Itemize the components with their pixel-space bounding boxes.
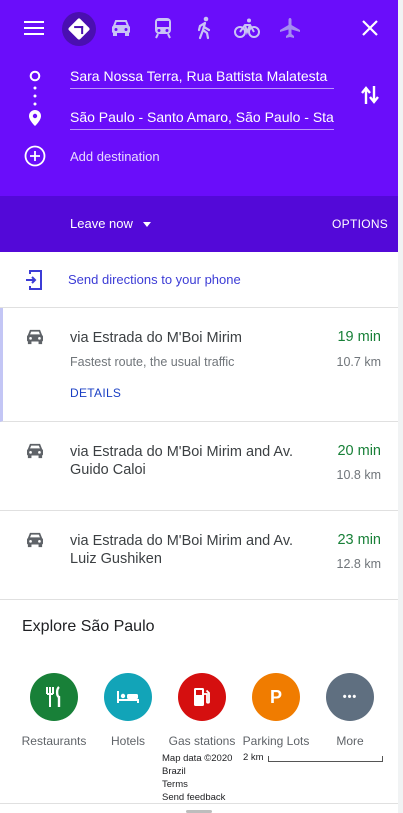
- category-hotels[interactable]: Hotels: [86, 673, 170, 748]
- restaurant-icon: [30, 673, 78, 721]
- origin-input[interactable]: Sara Nossa Terra, Rua Battista Malatesta: [70, 67, 334, 89]
- route-title: via Estrada do M'Boi Mirim and Av. Guido…: [70, 444, 294, 478]
- panel-edge: [398, 0, 403, 813]
- divider: [0, 803, 398, 804]
- more-icon: •••: [326, 673, 374, 721]
- category-label: Hotels: [110, 734, 145, 748]
- scale-bar: [268, 756, 383, 762]
- transit-icon[interactable]: [152, 16, 174, 40]
- category-label: Restaurants: [21, 734, 87, 748]
- map-info: Map data ©2020 Brazil Terms Send feedbac…: [162, 752, 232, 804]
- route-dots-icon: [32, 85, 38, 107]
- route-time: 20 min: [337, 443, 381, 459]
- car-icon: [24, 531, 46, 549]
- route-option-3[interactable]: via Estrada do M'Boi Mirim and Av. Luiz …: [0, 511, 398, 600]
- map-country: Brazil: [162, 766, 186, 777]
- directions-diamond-icon: [67, 17, 91, 41]
- send-to-phone-icon: [24, 269, 44, 291]
- category-label: Parking Lots: [242, 734, 310, 748]
- map-data-attribution: Map data ©2020: [162, 753, 233, 764]
- route-time: 19 min: [337, 329, 381, 345]
- options-button[interactable]: OPTIONS: [332, 217, 388, 231]
- category-more[interactable]: ••• More: [308, 673, 392, 748]
- category-restaurants[interactable]: Restaurants: [12, 673, 96, 748]
- destination-input[interactable]: São Paulo - Santo Amaro, São Paulo - Sta…: [70, 108, 334, 130]
- origin-circle-icon: [28, 69, 42, 83]
- route-option-1[interactable]: via Estrada do M'Boi Mirim Fastest route…: [0, 308, 398, 422]
- route-option-2[interactable]: via Estrada do M'Boi Mirim and Av. Guido…: [0, 422, 398, 511]
- route-distance: 10.8 km: [336, 468, 381, 482]
- details-button[interactable]: DETAILS: [70, 386, 121, 400]
- route-distance: 12.8 km: [336, 557, 381, 571]
- category-gas-stations[interactable]: Gas stations: [160, 673, 244, 748]
- category-label: More: [336, 734, 364, 748]
- flight-icon[interactable]: [279, 17, 301, 39]
- add-destination-icon[interactable]: [24, 145, 46, 167]
- route-time: 23 min: [337, 532, 381, 548]
- leave-now-dropdown[interactable]: Leave now: [70, 216, 133, 231]
- category-parking-lots[interactable]: P Parking Lots: [234, 673, 318, 748]
- driving-mode-button[interactable]: [62, 12, 96, 46]
- send-to-phone-row[interactable]: Send directions to your phone: [0, 252, 398, 308]
- car-icon: [24, 328, 46, 346]
- scale-label: 2 km: [243, 752, 264, 763]
- route-title: via Estrada do M'Boi Mirim and Av. Luiz …: [70, 533, 294, 567]
- parking-icon: P: [252, 673, 300, 721]
- menu-icon[interactable]: [24, 19, 44, 37]
- route-distance: 10.7 km: [336, 355, 381, 369]
- hotel-icon: [104, 673, 152, 721]
- car-icon[interactable]: [110, 17, 132, 39]
- swap-icon[interactable]: [359, 83, 381, 107]
- destination-pin-icon: [28, 109, 42, 127]
- terms-link[interactable]: Terms: [162, 778, 232, 791]
- route-subtitle: Fastest route, the usual traffic: [70, 355, 235, 369]
- category-label: Gas stations: [168, 734, 236, 748]
- walking-icon[interactable]: [195, 16, 215, 40]
- explore-title: Explore São Paulo: [22, 618, 155, 635]
- car-icon: [24, 442, 46, 460]
- cycling-icon[interactable]: [234, 17, 260, 39]
- add-destination-link[interactable]: Add destination: [70, 149, 160, 164]
- route-title: via Estrada do M'Boi Mirim: [70, 330, 242, 346]
- send-to-phone-label: Send directions to your phone: [68, 272, 241, 287]
- gas-station-icon: [178, 673, 226, 721]
- chevron-down-icon[interactable]: [143, 222, 151, 227]
- close-icon[interactable]: [360, 18, 380, 38]
